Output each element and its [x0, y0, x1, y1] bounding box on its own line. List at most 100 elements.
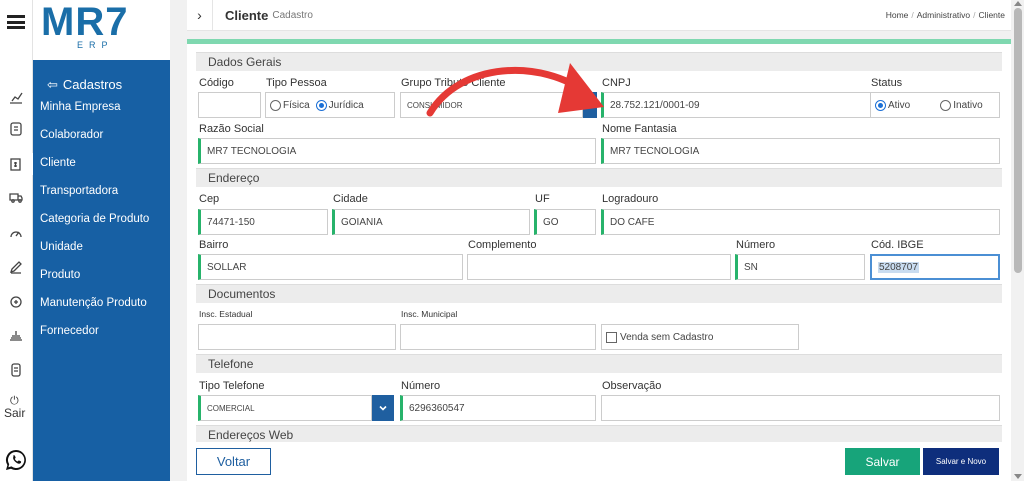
scrollbar-thumb[interactable]: [1014, 8, 1022, 273]
salvar-e-novo-button[interactable]: Salvar e Novo: [923, 448, 999, 475]
arrow-left-icon: ⇦: [47, 76, 58, 92]
breadcrumb-administrativo[interactable]: Administrativo: [917, 10, 970, 20]
sidebar-item-produto[interactable]: Produto: [33, 261, 170, 289]
bairro-label: Bairro: [199, 239, 229, 251]
codigo-field[interactable]: [198, 92, 261, 118]
insc-municipal-field[interactable]: [400, 324, 596, 350]
pencil-icon[interactable]: [5, 256, 27, 278]
checkbox-box: [606, 331, 617, 343]
uf-field[interactable]: GO: [534, 209, 596, 235]
voltar-button[interactable]: Voltar: [196, 448, 271, 475]
icon-rail: ⏻ Sair: [0, 0, 33, 481]
cep-field[interactable]: 74471-150: [198, 209, 328, 235]
numero-tel-label: Número: [401, 380, 441, 392]
cod-ibge-label: Cód. IBGE: [871, 239, 924, 251]
observacao-field[interactable]: [601, 395, 1000, 421]
chart-icon[interactable]: [5, 86, 27, 108]
razao-social-field[interactable]: MR7 TECNOLOGIA: [198, 138, 596, 164]
tipo-telefone-dropdown-button[interactable]: [372, 395, 394, 421]
sidebar-item-unidade[interactable]: Unidade: [33, 233, 170, 261]
logo: MR7 ERP: [33, 0, 170, 60]
sidebar-back-header[interactable]: ⇦ Cadastros: [33, 60, 170, 93]
scroll-up-icon[interactable]: [1014, 1, 1022, 6]
grupo-tributo-select[interactable]: CONSUMIDOR: [400, 92, 583, 118]
razao-social-label: Razão Social: [199, 123, 264, 135]
numero-label: Número: [736, 239, 776, 251]
logo-text: MR7: [41, 0, 129, 44]
sidebar-header-label: Cadastros: [62, 77, 123, 92]
sidebar-item-colaborador[interactable]: Colaborador: [33, 121, 170, 149]
status-label: Status: [871, 77, 903, 89]
panel-accent-bar: [187, 39, 1011, 44]
observacao-label: Observação: [602, 380, 662, 392]
scroll-down-icon[interactable]: [1014, 474, 1022, 479]
bairro-field[interactable]: SOLLAR: [198, 254, 463, 280]
truck-icon[interactable]: [5, 186, 27, 208]
uf-label: UF: [535, 193, 550, 205]
nome-fantasia-label: Nome Fantasia: [602, 123, 677, 135]
insc-estadual-field[interactable]: [198, 324, 396, 350]
whatsapp-icon[interactable]: [4, 448, 28, 472]
sidebar-item-cliente[interactable]: Cliente: [33, 149, 170, 177]
logradouro-label: Logradouro: [602, 193, 659, 205]
page-subtitle: Cadastro: [272, 9, 313, 21]
venda-sem-cadastro-label: Venda sem Cadastro: [620, 331, 714, 343]
section-enderecos-web: Endereços Web: [196, 425, 1002, 442]
cep-label: Cep: [199, 193, 220, 205]
logout-label: Sair: [4, 406, 26, 421]
radio-inativo[interactable]: Inativo: [940, 99, 983, 111]
grupo-tributo-dropdown-button[interactable]: [583, 92, 597, 118]
breadcrumb-cliente: Cliente: [978, 10, 1005, 20]
form-panel: Dados Gerais Código Tipo Pessoa Física J…: [187, 39, 1011, 481]
radio-ativo[interactable]: Ativo: [875, 99, 910, 111]
grupo-tributo-label: Grupo Tributo Cliente: [401, 77, 506, 89]
cod-ibge-field[interactable]: 5208707: [870, 254, 1000, 280]
tipo-telefone-select[interactable]: COMERCIAL: [198, 395, 372, 421]
sidebar: ⇦ Cadastros Minha Empresa Colaborador Cl…: [33, 60, 170, 481]
cidade-field[interactable]: GOIANIA: [332, 209, 530, 235]
page-scrollbar[interactable]: [1011, 0, 1024, 481]
cidade-label: Cidade: [333, 193, 368, 205]
insc-estadual-label: Insc. Estadual: [199, 309, 253, 319]
cash-icon[interactable]: [5, 325, 27, 347]
tipo-pessoa-label: Tipo Pessoa: [266, 77, 327, 89]
sidebar-item-fornecedor[interactable]: Fornecedor: [33, 317, 170, 345]
chevron-down-icon: [379, 405, 387, 411]
sidebar-item-transportadora[interactable]: Transportadora: [33, 177, 170, 205]
topbar: › Cliente Cadastro Home / Administrativo / C…: [187, 0, 1011, 31]
codigo-label: Código: [199, 77, 234, 89]
tipo-telefone-label: Tipo Telefone: [199, 380, 265, 392]
insc-municipal-label: Insc. Municipal: [401, 309, 458, 319]
section-dados-gerais: Dados Gerais: [196, 52, 1002, 71]
numero-field[interactable]: SN: [735, 254, 865, 280]
chevron-right-icon[interactable]: ›: [187, 0, 213, 31]
lock-icon[interactable]: [5, 290, 27, 312]
complemento-label: Complemento: [468, 239, 537, 251]
hamburger-menu-icon[interactable]: [6, 12, 26, 32]
tipo-pessoa-group: Física Jurídica: [265, 92, 395, 118]
logradouro-field[interactable]: DO CAFE: [601, 209, 1000, 235]
cod-ibge-value: 5208707: [878, 261, 919, 273]
status-group: Ativo Inativo: [870, 92, 1000, 118]
section-endereco: Endereço: [196, 168, 1002, 187]
breadcrumb: Home / Administrativo / Cliente: [885, 10, 1005, 20]
breadcrumb-home[interactable]: Home: [886, 10, 909, 20]
sidebar-item-minha-empresa[interactable]: Minha Empresa: [33, 93, 170, 121]
radio-fisica[interactable]: Física: [270, 99, 310, 111]
venda-sem-cadastro-checkbox[interactable]: Venda sem Cadastro: [601, 324, 799, 350]
salvar-button[interactable]: Salvar: [845, 448, 920, 475]
complemento-field[interactable]: [467, 254, 731, 280]
cnpj-label: CNPJ: [602, 77, 631, 89]
document-icon[interactable]: [5, 118, 27, 140]
sidebar-item-manutencao-produto[interactable]: Manutenção Produto: [33, 289, 170, 317]
logout-button[interactable]: ⏻ Sair: [4, 395, 32, 420]
page-title: Cliente: [225, 7, 269, 23]
receipt-icon[interactable]: [5, 359, 27, 381]
numero-tel-field[interactable]: 6296360547: [400, 395, 596, 421]
money-icon[interactable]: [0, 153, 33, 175]
gauge-icon[interactable]: [5, 222, 27, 244]
radio-juridica[interactable]: Jurídica: [315, 99, 364, 111]
sidebar-item-categoria-produto[interactable]: Categoria de Produto: [33, 205, 170, 233]
section-documentos: Documentos: [196, 284, 1002, 303]
nome-fantasia-field[interactable]: MR7 TECNOLOGIA: [601, 138, 1000, 164]
